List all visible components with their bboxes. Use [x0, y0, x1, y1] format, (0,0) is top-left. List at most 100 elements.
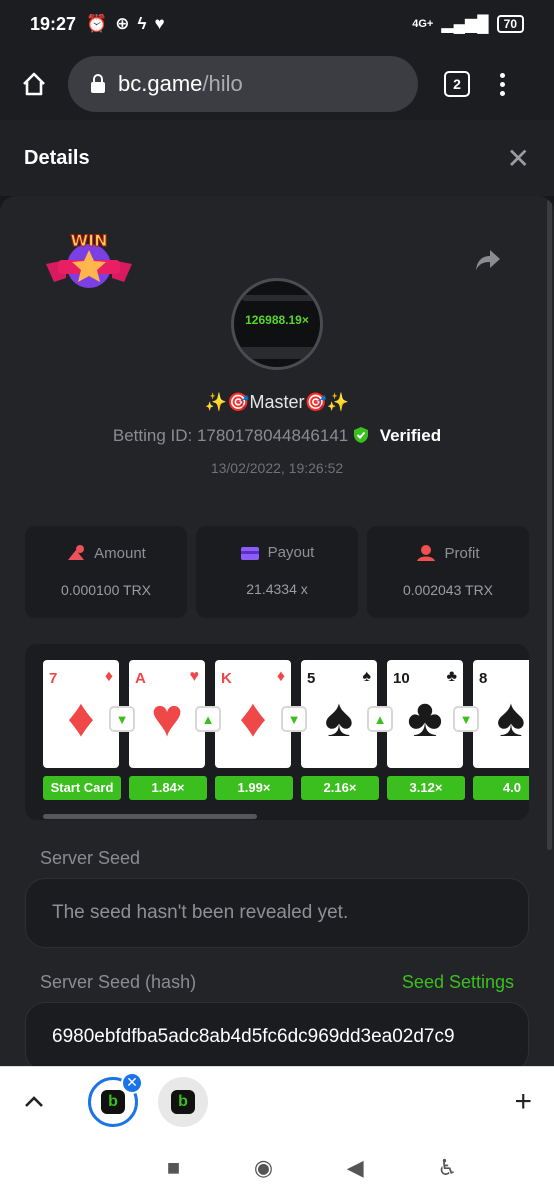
flash-icon: ϟ	[137, 14, 147, 33]
verified-label: Verified	[379, 426, 442, 445]
multiplier-pill: 1.99×	[215, 776, 293, 800]
card-slot: A ♥ ♥ 1.84× ▲	[129, 660, 221, 800]
lower-arrow-icon: ▼	[281, 706, 307, 732]
bet-stats: Amount 0.000100 TRX Payout 21.4334 x Pro…	[25, 526, 529, 618]
card-suit-icon: ♣	[407, 688, 443, 748]
home-icon	[23, 72, 45, 96]
playing-card: A ♥ ♥	[129, 660, 205, 768]
chevron-up-icon	[25, 1095, 43, 1107]
card-rank: 5	[307, 670, 316, 687]
system-nav-bar: ■ ◉ ◀ ♿	[0, 1136, 554, 1200]
betting-id: Betting ID: 1780178044846141	[112, 426, 349, 445]
home-button[interactable]	[0, 70, 68, 98]
share-icon[interactable]	[474, 248, 502, 272]
new-tab-button[interactable]: +	[514, 1085, 532, 1119]
scrollbar[interactable]	[547, 200, 552, 850]
card-rank: 8	[479, 670, 488, 687]
seed-settings-link[interactable]: Seed Settings	[402, 972, 514, 993]
player-name: ✨🎯Master🎯✨	[204, 392, 350, 412]
close-tab-button[interactable]: ✕	[121, 1071, 143, 1094]
card-rank: K	[221, 670, 232, 687]
tab-switcher-button[interactable]: 2	[444, 71, 470, 97]
stat-label: Amount	[94, 544, 146, 562]
win-badge-icon: WIN	[46, 231, 132, 288]
network-label: 4G+	[412, 18, 434, 30]
tab-bcgame-active[interactable]: b ✕	[88, 1071, 143, 1127]
url-path: /hilo	[202, 71, 243, 96]
payout-icon	[240, 546, 259, 560]
profit-icon	[417, 545, 436, 561]
server-seed-hash-label: Server Seed (hash)	[40, 972, 197, 992]
status-right: 4G+ ▂▄▆█ 70	[412, 14, 524, 34]
card-slot: 7 ♦ ♦ Start Card ▼	[43, 660, 135, 800]
browser-toolbar: bc.game/hilo 2	[0, 48, 554, 120]
multiplier-pill: 1.84×	[129, 776, 207, 800]
bcgame-icon: b	[101, 1089, 125, 1114]
lower-arrow-icon: ▼	[109, 706, 135, 732]
recents-button[interactable]: ■	[167, 1155, 180, 1181]
stat-value: 21.4334 x	[246, 581, 308, 597]
bet-datetime: 13/02/2022, 19:26:52	[210, 460, 344, 476]
card-rank: 7	[49, 670, 58, 687]
card-suit-small-icon: ♥	[189, 668, 200, 685]
amount-icon	[68, 545, 85, 560]
battery-icon: 70	[496, 15, 524, 33]
server-seed-field[interactable]: The seed hasn't been revealed yet.	[25, 878, 529, 948]
card-suit-small-icon: ♠	[362, 668, 372, 685]
avatar: 126988.19×	[231, 278, 323, 370]
lower-arrow-icon: ▼	[453, 706, 479, 732]
signal-icon: ▂▄▆█	[441, 16, 489, 33]
stat-value: 0.000100 TRX	[60, 582, 152, 598]
url-domain: bc.game	[118, 71, 203, 96]
stat-label: Profit	[444, 544, 480, 562]
playing-card: 8♠♠	[473, 660, 529, 768]
back-button[interactable]: ◀	[347, 1155, 364, 1181]
stat-value: 0.002043 TRX	[402, 582, 494, 598]
multiplier-pill: 3.12×	[387, 776, 465, 800]
stat-amount: Amount 0.000100 TRX	[25, 526, 187, 618]
stat-label: Payout	[267, 544, 315, 561]
accessibility-icon[interactable]: ♿	[437, 1155, 457, 1181]
card-slot: 10 ♣ ♣ 3.12× ▼	[387, 660, 479, 800]
higher-arrow-icon: ▲	[367, 706, 393, 732]
playing-card: 7 ♦ ♦	[43, 660, 119, 768]
tab-bcgame-inactive[interactable]: b	[158, 1076, 208, 1127]
card-row: 7 ♦ ♦ Start Card ▼ A ♥ ♥ 1.84× ▲ K ♦ ♦ 1.99× ▼ 5 ♠ ♠ 2.16×…	[43, 660, 529, 800]
card-suit-small-icon: ♦	[276, 668, 285, 685]
status-time: 19:27	[30, 13, 77, 34]
address-bar[interactable]: bc.game/hilo	[68, 56, 418, 112]
server-seed-hash-field[interactable]: 6980ebfdfba5adc8ab4d5fc6dc969dd3ea02d7c9	[25, 1002, 529, 1066]
card-suit-icon: ♥	[150, 688, 184, 748]
card-suit-icon: ♦	[239, 688, 267, 748]
lock-icon	[91, 74, 105, 93]
card-suit-icon: ♠	[324, 688, 354, 748]
card-suit-icon: ♦	[67, 688, 95, 748]
svg-text:WIN: WIN	[71, 231, 108, 250]
heart-icon: ♥	[154, 14, 165, 33]
card-slot: 8♠♠4.0	[473, 660, 529, 800]
playing-card: K ♦ ♦	[215, 660, 291, 768]
card-rank: 10	[393, 670, 410, 687]
bottom-tab-strip: b ✕ b +	[0, 1066, 554, 1136]
app-icon: ⊕	[115, 14, 130, 33]
server-seed-label: Server Seed	[40, 848, 141, 868]
card-rank: A	[135, 670, 146, 687]
card-slot: 5 ♠ ♠ 2.16× ▲	[301, 660, 393, 800]
card-slot: K ♦ ♦ 1.99× ▼	[215, 660, 307, 800]
card-suit-small-icon: ♣	[446, 668, 458, 685]
bcgame-icon: b	[171, 1089, 195, 1114]
multiplier-pill: 2.16×	[301, 776, 379, 800]
card-suit-icon: ♠	[496, 688, 526, 748]
card-history[interactable]: 7 ♦ ♦ Start Card ▼ A ♥ ♥ 1.84× ▲ K ♦ ♦ 1.99× ▼ 5 ♠ ♠ 2.16×…	[25, 644, 529, 820]
close-button[interactable]: ✕	[507, 142, 530, 175]
higher-arrow-icon: ▲	[195, 706, 221, 732]
status-icons: ⏰ ⊕ ϟ ♥	[86, 14, 165, 34]
tab-strip-expand-button[interactable]	[0, 1095, 68, 1109]
browser-menu-button[interactable]	[500, 72, 505, 96]
page-title: Details	[24, 146, 90, 169]
home-nav-button[interactable]: ◉	[254, 1155, 273, 1181]
horizontal-scrollbar[interactable]	[43, 814, 257, 819]
status-bar: 19:27 ⏰ ⊕ ϟ ♥ 4G+ ▂▄▆█ 70	[0, 0, 554, 48]
alarm-icon: ⏰	[86, 14, 108, 33]
details-header: Details ✕	[0, 120, 554, 196]
